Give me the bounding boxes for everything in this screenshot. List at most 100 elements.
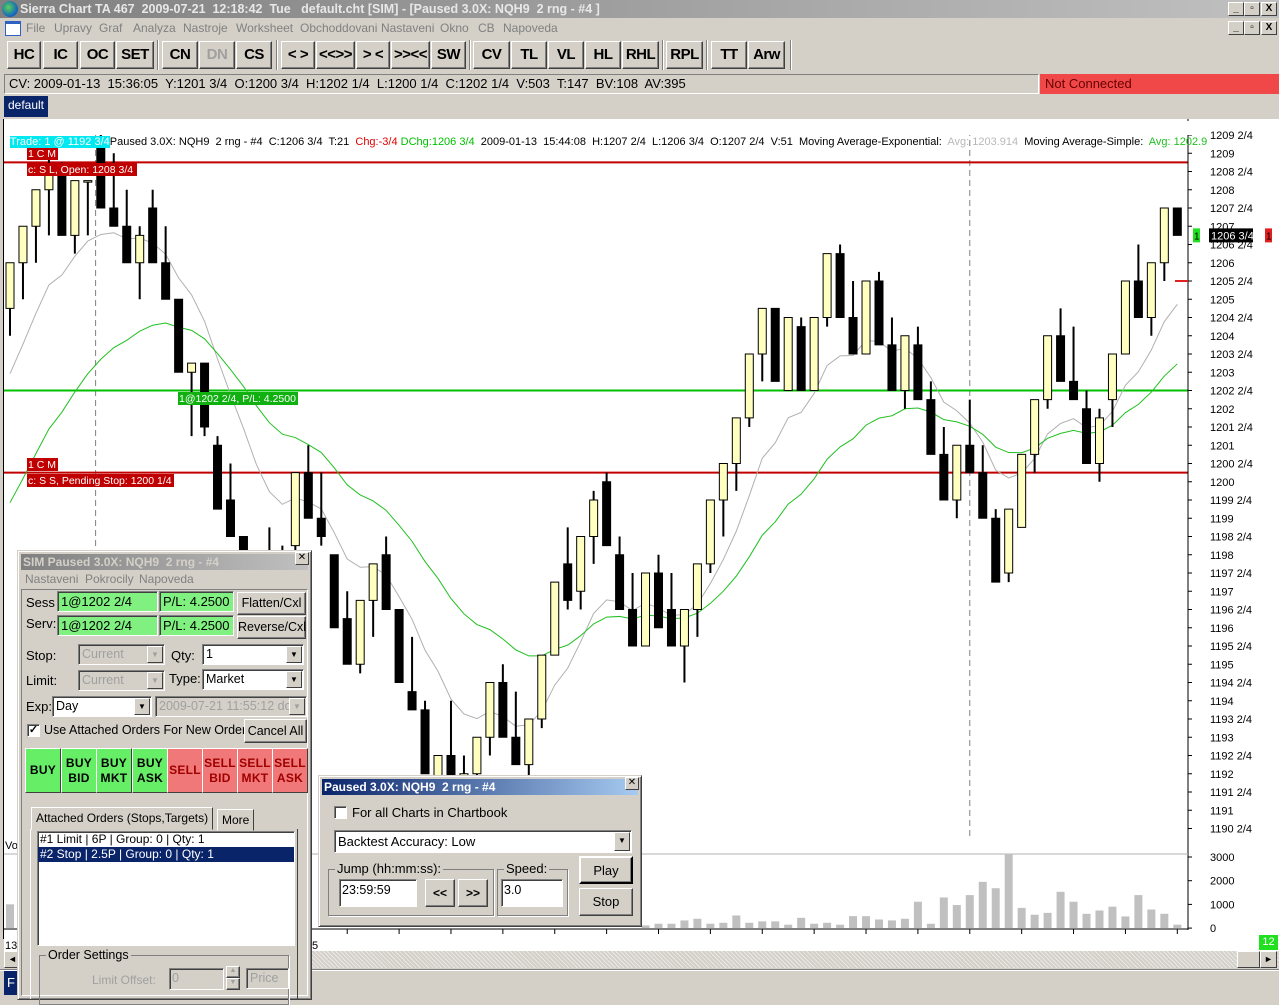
candle-up bbox=[1004, 508, 1014, 574]
backtest-accuracy-select[interactable]: Backtest Accuracy: Low ▼ bbox=[334, 830, 632, 853]
limit-select-value: Current bbox=[82, 673, 124, 687]
price-label: 1201 bbox=[1210, 440, 1234, 452]
spin-down-button[interactable]: ▼ bbox=[226, 978, 240, 990]
stop-select[interactable]: Current ▼ bbox=[78, 644, 165, 665]
candle-up bbox=[18, 225, 28, 264]
buy-bid-button[interactable]: BUY BID bbox=[61, 748, 97, 793]
candle-up bbox=[135, 234, 145, 264]
volume-bar bbox=[862, 916, 871, 928]
tab-more[interactable]: More bbox=[217, 809, 255, 831]
candle-up bbox=[368, 563, 378, 601]
sim-menu-nastaveni[interactable]: Nastaveni bbox=[25, 572, 78, 586]
buy-market-button[interactable]: BUY MKT bbox=[96, 748, 132, 793]
candle-up bbox=[472, 736, 482, 775]
buy-ask-button[interactable]: BUY ASK bbox=[132, 748, 168, 793]
sim-menu-napoveda[interactable]: Napoveda bbox=[139, 572, 194, 586]
volume-bar bbox=[939, 897, 948, 928]
price-label: 1208 bbox=[1210, 185, 1234, 197]
cancel-all-button[interactable]: Cancel All bbox=[244, 719, 307, 743]
stop-button[interactable]: Stop bbox=[579, 888, 633, 916]
sell-ask-button[interactable]: SELL ASK bbox=[272, 748, 308, 793]
volume-bar bbox=[1095, 910, 1104, 928]
volume-bar bbox=[849, 916, 858, 928]
sim-menu-pokrocily[interactable]: Pokrocily bbox=[85, 572, 134, 586]
list-item-selected[interactable]: #2 Stop | 2.5P | Group: 0 | Qty: 1 bbox=[38, 847, 294, 862]
jump-back-button[interactable]: << bbox=[425, 879, 455, 907]
spin-up-button[interactable]: ▲ bbox=[226, 966, 240, 978]
price-label: 1199 bbox=[1210, 513, 1234, 525]
volume-bar bbox=[874, 919, 883, 928]
button-label: SELL bbox=[204, 755, 236, 770]
jump-time-input[interactable]: 23:59:59 bbox=[339, 879, 417, 907]
all-charts-checkbox[interactable] bbox=[334, 806, 347, 819]
use-attached-orders-checkbox[interactable]: ✓ bbox=[27, 724, 40, 737]
candle-up bbox=[589, 499, 599, 537]
scroll-thumb[interactable] bbox=[1237, 951, 1260, 968]
candle-up bbox=[861, 280, 871, 355]
flatten-cancel-button[interactable]: Flatten/Cxl bbox=[237, 592, 306, 615]
volume-bar bbox=[836, 924, 845, 928]
volume-bar bbox=[1134, 895, 1143, 928]
price-label: 1197 bbox=[1210, 586, 1234, 598]
sess-pl: P/L: 4.2500 bbox=[159, 591, 234, 612]
volume-bar bbox=[965, 895, 974, 928]
volume-bar bbox=[1173, 924, 1182, 928]
serv-position: 1@1202 2/4 bbox=[57, 615, 158, 636]
replay-close-button[interactable]: ✕ bbox=[625, 777, 639, 790]
backtest-accuracy-value: Backtest Accuracy: Low bbox=[338, 834, 476, 849]
candle-down bbox=[939, 453, 949, 501]
chevron-down-icon: ▼ bbox=[289, 698, 305, 715]
expiration-date-value: 2009-07-21 11:55:12 do bbox=[159, 699, 292, 713]
volume-bar bbox=[667, 923, 676, 928]
offset-unit-select[interactable]: Price bbox=[246, 968, 289, 989]
sell-button[interactable]: SELL bbox=[167, 748, 203, 793]
attached-orders-list[interactable]: #1 Limit | 6P | Group: 0 | Qty: 1 #2 Sto… bbox=[37, 831, 295, 946]
price-label: 1209 2/4 bbox=[1210, 130, 1253, 142]
window-tab-fragment[interactable]: F bbox=[4, 971, 18, 995]
price-label: 1193 bbox=[1210, 732, 1234, 744]
candle-down bbox=[602, 481, 612, 547]
sell-bid-button[interactable]: SELL BID bbox=[202, 748, 238, 793]
expiration-date-select[interactable]: 2009-07-21 11:55:12 do ▼ bbox=[155, 696, 307, 717]
price-label: 1195 bbox=[1210, 659, 1234, 671]
order-settings-label: Order Settings bbox=[46, 948, 131, 962]
bar-counter: 12 bbox=[1259, 935, 1278, 950]
all-charts-label: For all Charts in Chartbook bbox=[352, 805, 508, 820]
price-label: 1203 2/4 bbox=[1210, 349, 1253, 361]
list-item[interactable]: #1 Limit | 6P | Group: 0 | Qty: 1 bbox=[38, 832, 294, 847]
position-label: 1@1202 2/4, P/L: 4.2500 bbox=[179, 393, 296, 405]
play-button[interactable]: Play bbox=[579, 856, 633, 884]
sell-market-button[interactable]: SELL MKT bbox=[237, 748, 273, 793]
volume-bar bbox=[810, 923, 819, 928]
price-label: 1202 2/4 bbox=[1210, 386, 1253, 398]
buy-button[interactable]: BUY bbox=[25, 748, 61, 793]
order-settings-group: Order Settings Limit Offset: 0 ▲ ▼ Price bbox=[39, 948, 289, 1005]
volume-bar bbox=[978, 881, 987, 928]
tab-attached-orders[interactable]: Attached Orders (Stops,Targets) bbox=[31, 807, 214, 830]
candle-up bbox=[1043, 335, 1053, 401]
expiration-select[interactable]: Day ▼ bbox=[52, 696, 152, 717]
candle-up bbox=[290, 472, 300, 547]
candle-down bbox=[303, 472, 313, 519]
candle-down bbox=[666, 609, 676, 647]
jump-forward-button[interactable]: >> bbox=[458, 879, 488, 907]
sim-close-button[interactable]: ✕ bbox=[295, 552, 309, 565]
candle-up bbox=[576, 536, 586, 592]
price-label: 1207 2/4 bbox=[1210, 203, 1253, 215]
scroll-right-button[interactable]: ► bbox=[1260, 951, 1277, 968]
reverse-cancel-button[interactable]: Reverse/Cxl bbox=[237, 616, 306, 639]
limit-offset-input[interactable]: 0 bbox=[169, 968, 224, 990]
daily-change-info: DChg:1206 3/4 bbox=[400, 136, 475, 148]
qty-select[interactable]: 1 ▼ bbox=[202, 644, 304, 665]
volume-bar bbox=[719, 922, 728, 928]
limit-select[interactable]: Current ▼ bbox=[78, 670, 165, 691]
chevron-down-icon: ▼ bbox=[286, 671, 302, 688]
jump-group: Jump (hh:mm:ss): 23:59:59 << >> bbox=[328, 861, 494, 916]
chart-info-line: Trade: 1 @ 1192 3/4Paused 3.0X: NQH9 2 r… bbox=[4, 121, 1208, 148]
speed-input[interactable]: 3.0 bbox=[501, 879, 563, 907]
qty-select-value: 1 bbox=[206, 647, 213, 661]
candle-down bbox=[381, 554, 391, 610]
order-type-select[interactable]: Market ▼ bbox=[202, 669, 304, 690]
button-label: BUY bbox=[136, 755, 164, 770]
volume-bar bbox=[1043, 912, 1052, 928]
